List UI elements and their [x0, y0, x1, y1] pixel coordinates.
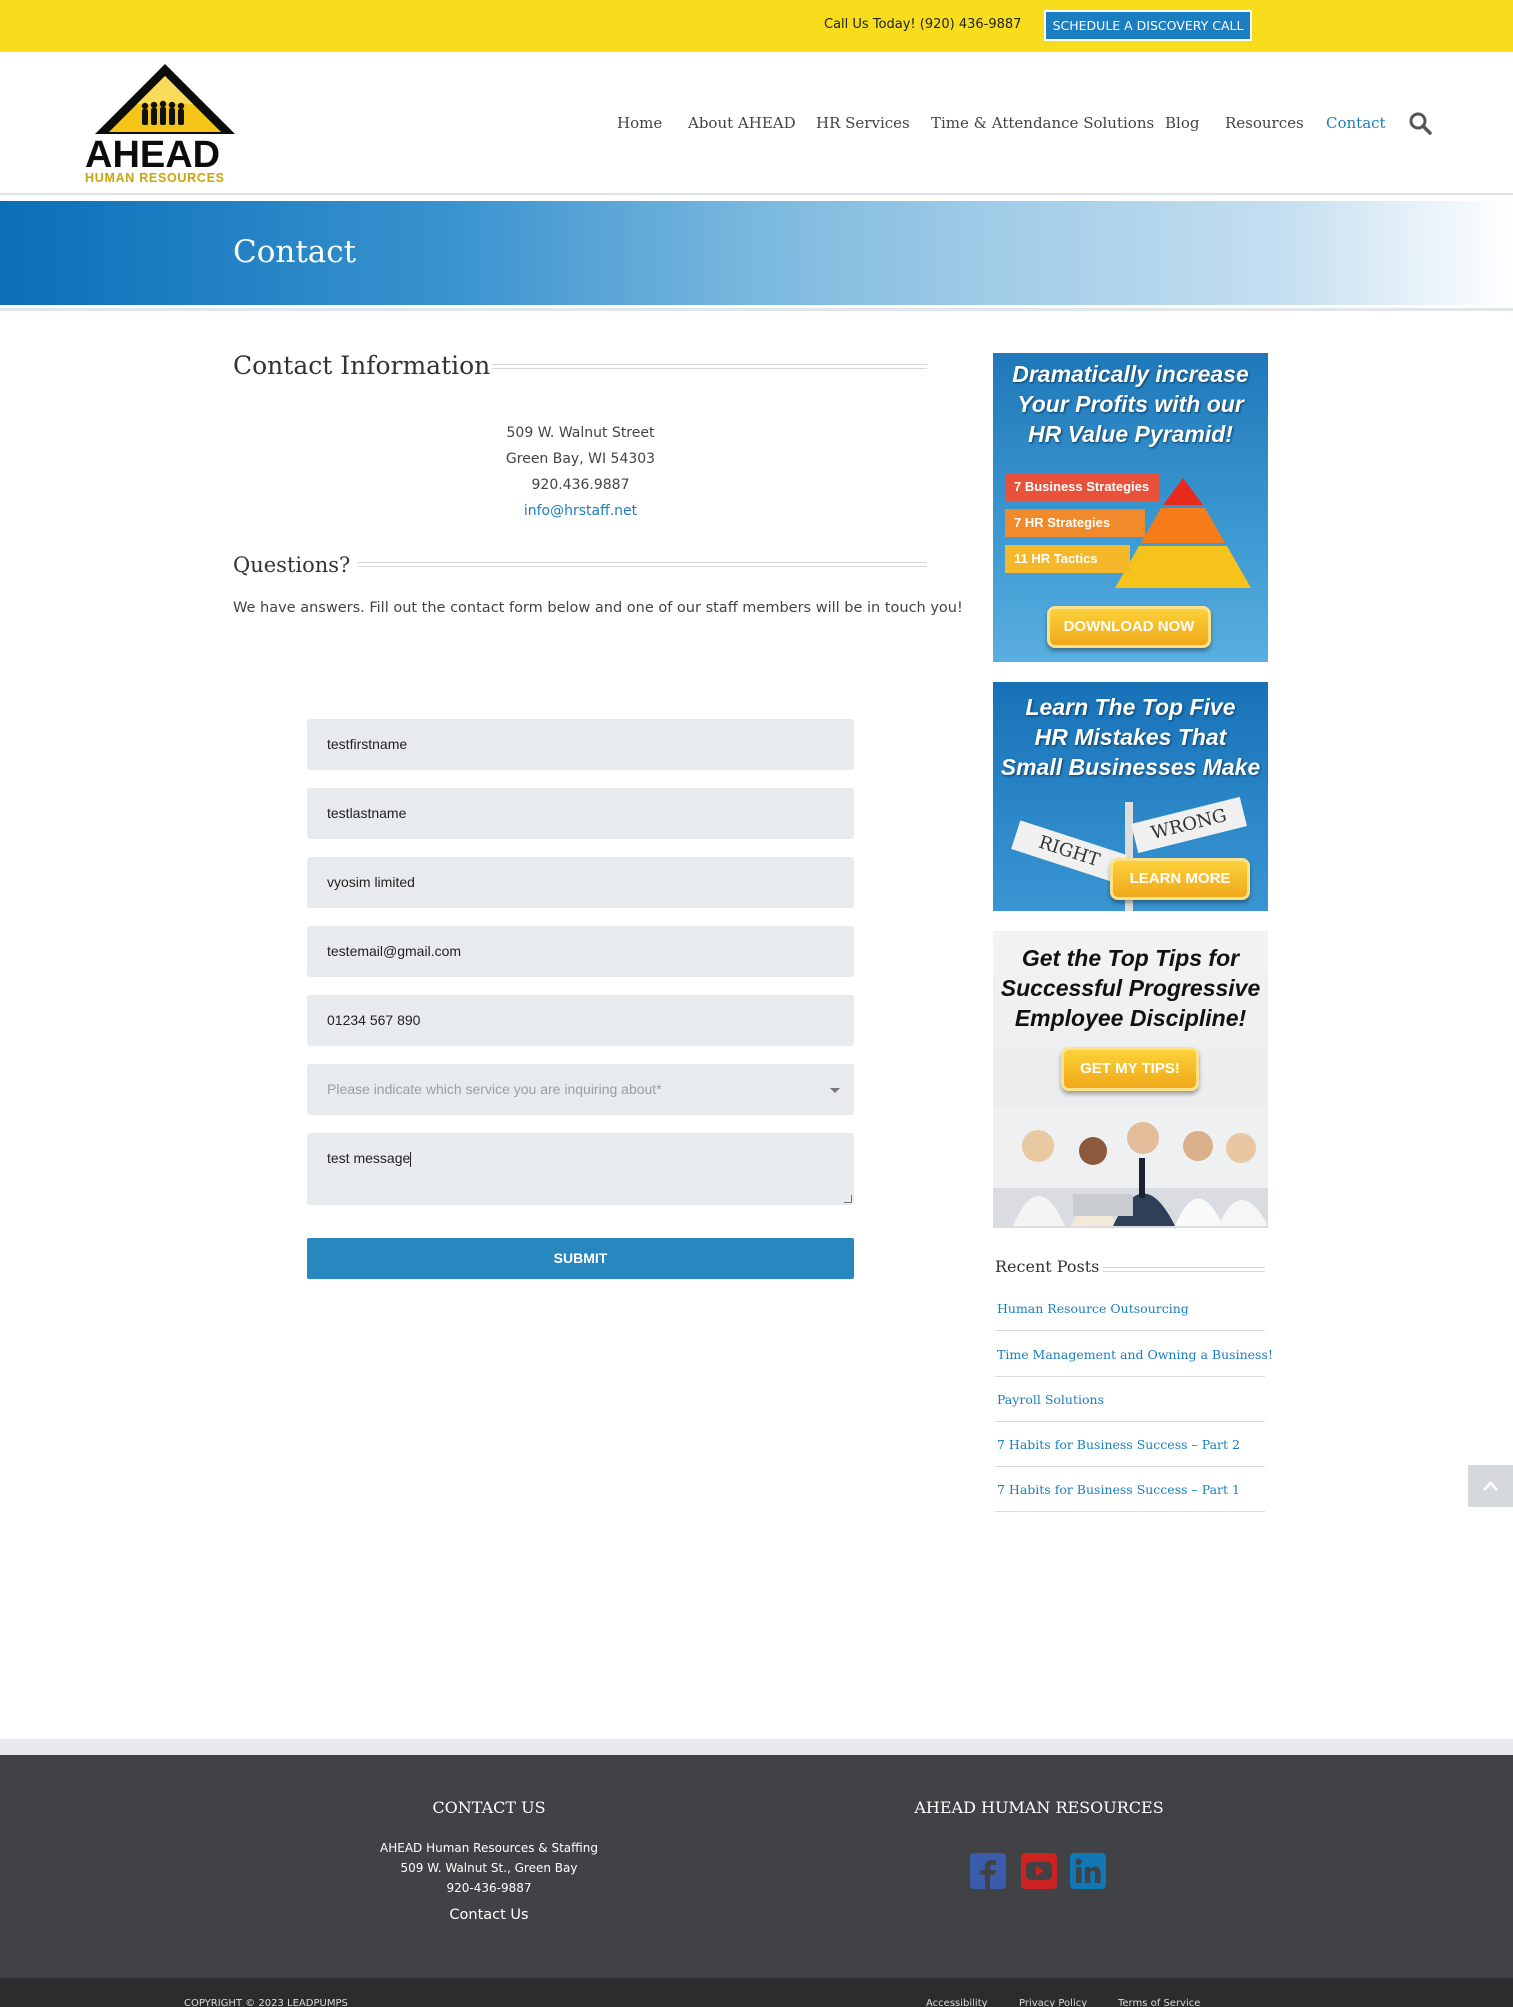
- business-meeting-photo: [993, 1106, 1268, 1228]
- footer-contact-link[interactable]: Contact Us: [339, 1907, 639, 1923]
- heading-rule: [1103, 1267, 1265, 1272]
- questions-heading: Questions?: [233, 553, 351, 577]
- nav-home[interactable]: Home: [617, 114, 662, 132]
- learn-more-button[interactable]: LEARN MORE: [1110, 858, 1250, 900]
- footer-phone: 920-436-9887: [446, 1881, 532, 1895]
- contact-information-heading: Contact Information: [233, 351, 491, 380]
- sign-wrong: WRONG: [1131, 796, 1247, 854]
- employee-discipline-banner[interactable]: Get the Top Tips for Successful Progress…: [993, 931, 1268, 1228]
- hr-value-pyramid-banner[interactable]: Dramatically increase Your Profits with …: [993, 353, 1268, 662]
- page-title: Contact: [233, 234, 357, 270]
- divider: [0, 308, 1513, 311]
- ahead-logo[interactable]: AHEAD HUMAN RESOURCES: [85, 62, 245, 186]
- footer-contact-heading: CONTACT US: [432, 1798, 546, 1817]
- footer-ahead-heading: AHEAD HUMAN RESOURCES: [914, 1798, 1164, 1817]
- ad2-headline: Learn The Top Five HR Mistakes That Smal…: [1000, 694, 1261, 780]
- page-title-band: Contact: [0, 201, 1513, 305]
- message-textarea[interactable]: test message: [307, 1133, 854, 1205]
- submit-button[interactable]: SUBMIT: [307, 1238, 854, 1279]
- privacy-policy-link[interactable]: Privacy Policy: [1019, 1998, 1087, 2007]
- company-field[interactable]: vyosim limited: [307, 857, 854, 908]
- nav-about-ahead[interactable]: About AHEAD: [688, 114, 796, 132]
- get-my-tips-button[interactable]: GET MY TIPS!: [1061, 1047, 1199, 1091]
- logo-pyramid-icon: [95, 64, 235, 134]
- footer-divider: [0, 1739, 1513, 1755]
- recent-post-link[interactable]: Payroll Solutions: [995, 1377, 1265, 1422]
- footer-address: 509 W. Walnut St., Green Bay: [400, 1861, 578, 1875]
- tier-hr-tactics: 11 HR Tactics: [1005, 545, 1130, 573]
- accessibility-link[interactable]: Accessibility: [926, 1998, 988, 2007]
- last-name-field[interactable]: testlastname: [307, 788, 854, 839]
- text-cursor: [410, 1151, 412, 1167]
- recent-post-link[interactable]: Human Resource Outsourcing: [995, 1286, 1265, 1331]
- footer-company-name: AHEAD Human Resources & Staffing: [380, 1841, 598, 1855]
- tier-hr-strategies: 7 HR Strategies: [1005, 509, 1145, 537]
- email-field[interactable]: testemail@gmail.com: [307, 926, 854, 977]
- resize-handle-icon[interactable]: [844, 1195, 852, 1203]
- schedule-discovery-call-button[interactable]: SCHEDULE A DISCOVERY CALL: [1044, 10, 1252, 41]
- heading-rule: [492, 364, 927, 369]
- heading-rule: [357, 562, 927, 567]
- copyright-text: COPYRIGHT © 2023 LEADPUMPS: [184, 1998, 348, 2007]
- nav-contact[interactable]: Contact: [1326, 114, 1386, 132]
- service-select[interactable]: Please indicate which service you are in…: [307, 1064, 854, 1115]
- facebook-icon[interactable]: [970, 1853, 1006, 1889]
- terms-of-service-link[interactable]: Terms of Service: [1118, 1998, 1200, 2007]
- address-street: 509 W. Walnut Street: [506, 425, 655, 441]
- questions-text: We have answers. Fill out the contact fo…: [233, 600, 963, 616]
- footer-bottom-bar: COPYRIGHT © 2023 LEADPUMPS Accessibility…: [0, 1978, 1513, 2007]
- linkedin-icon[interactable]: [1070, 1853, 1106, 1889]
- search-icon[interactable]: [1408, 111, 1432, 135]
- nav-blog[interactable]: Blog: [1165, 114, 1199, 132]
- contact-address: 509 W. Walnut Street Green Bay, WI 54303…: [233, 420, 928, 524]
- recent-posts-heading: Recent Posts: [995, 1257, 1100, 1276]
- ad1-headline: Dramatically increase Your Profits with …: [1012, 361, 1249, 447]
- first-name-field[interactable]: testfirstname: [307, 719, 854, 770]
- nav-resources[interactable]: Resources: [1225, 114, 1304, 132]
- recent-post-link[interactable]: 7 Habits for Business Success – Part 2: [995, 1422, 1265, 1467]
- logo-wordmark: AHEAD: [85, 134, 221, 176]
- phone-field[interactable]: 01234 567 890: [307, 995, 854, 1046]
- youtube-icon[interactable]: [1021, 1853, 1057, 1889]
- chevron-up-icon: [1483, 1481, 1498, 1491]
- ad3-headline: Get the Top Tips for Successful Progress…: [1000, 945, 1261, 1031]
- nav-hr-services[interactable]: HR Services: [816, 114, 910, 132]
- recent-post-link[interactable]: 7 Habits for Business Success – Part 1: [995, 1467, 1265, 1512]
- logo-subtitle: HUMAN RESOURCES: [85, 171, 225, 185]
- contact-email-link[interactable]: info@hrstaff.net: [233, 498, 928, 524]
- address-phone: 920.436.9887: [531, 477, 630, 493]
- recent-post-link[interactable]: Time Management and Owning a Business!: [995, 1332, 1273, 1377]
- chevron-down-icon: [830, 1088, 840, 1093]
- back-to-top-button[interactable]: [1468, 1465, 1513, 1507]
- service-select-placeholder: Please indicate which service you are in…: [327, 1081, 662, 1097]
- call-us-text: Call Us Today! (920) 436-9887: [824, 17, 1022, 32]
- hr-mistakes-banner[interactable]: Learn The Top Five HR Mistakes That Smal…: [993, 682, 1268, 911]
- message-text: test message: [327, 1150, 411, 1166]
- nav-time-attendance[interactable]: Time & Attendance Solutions: [931, 114, 1154, 132]
- tier-business-strategies: 7 Business Strategies: [1005, 473, 1160, 501]
- address-city: Green Bay, WI 54303: [505, 451, 656, 467]
- top-bar: Call Us Today! (920) 436-9887 SCHEDULE A…: [0, 0, 1513, 52]
- download-now-button[interactable]: DOWNLOAD NOW: [1047, 606, 1211, 648]
